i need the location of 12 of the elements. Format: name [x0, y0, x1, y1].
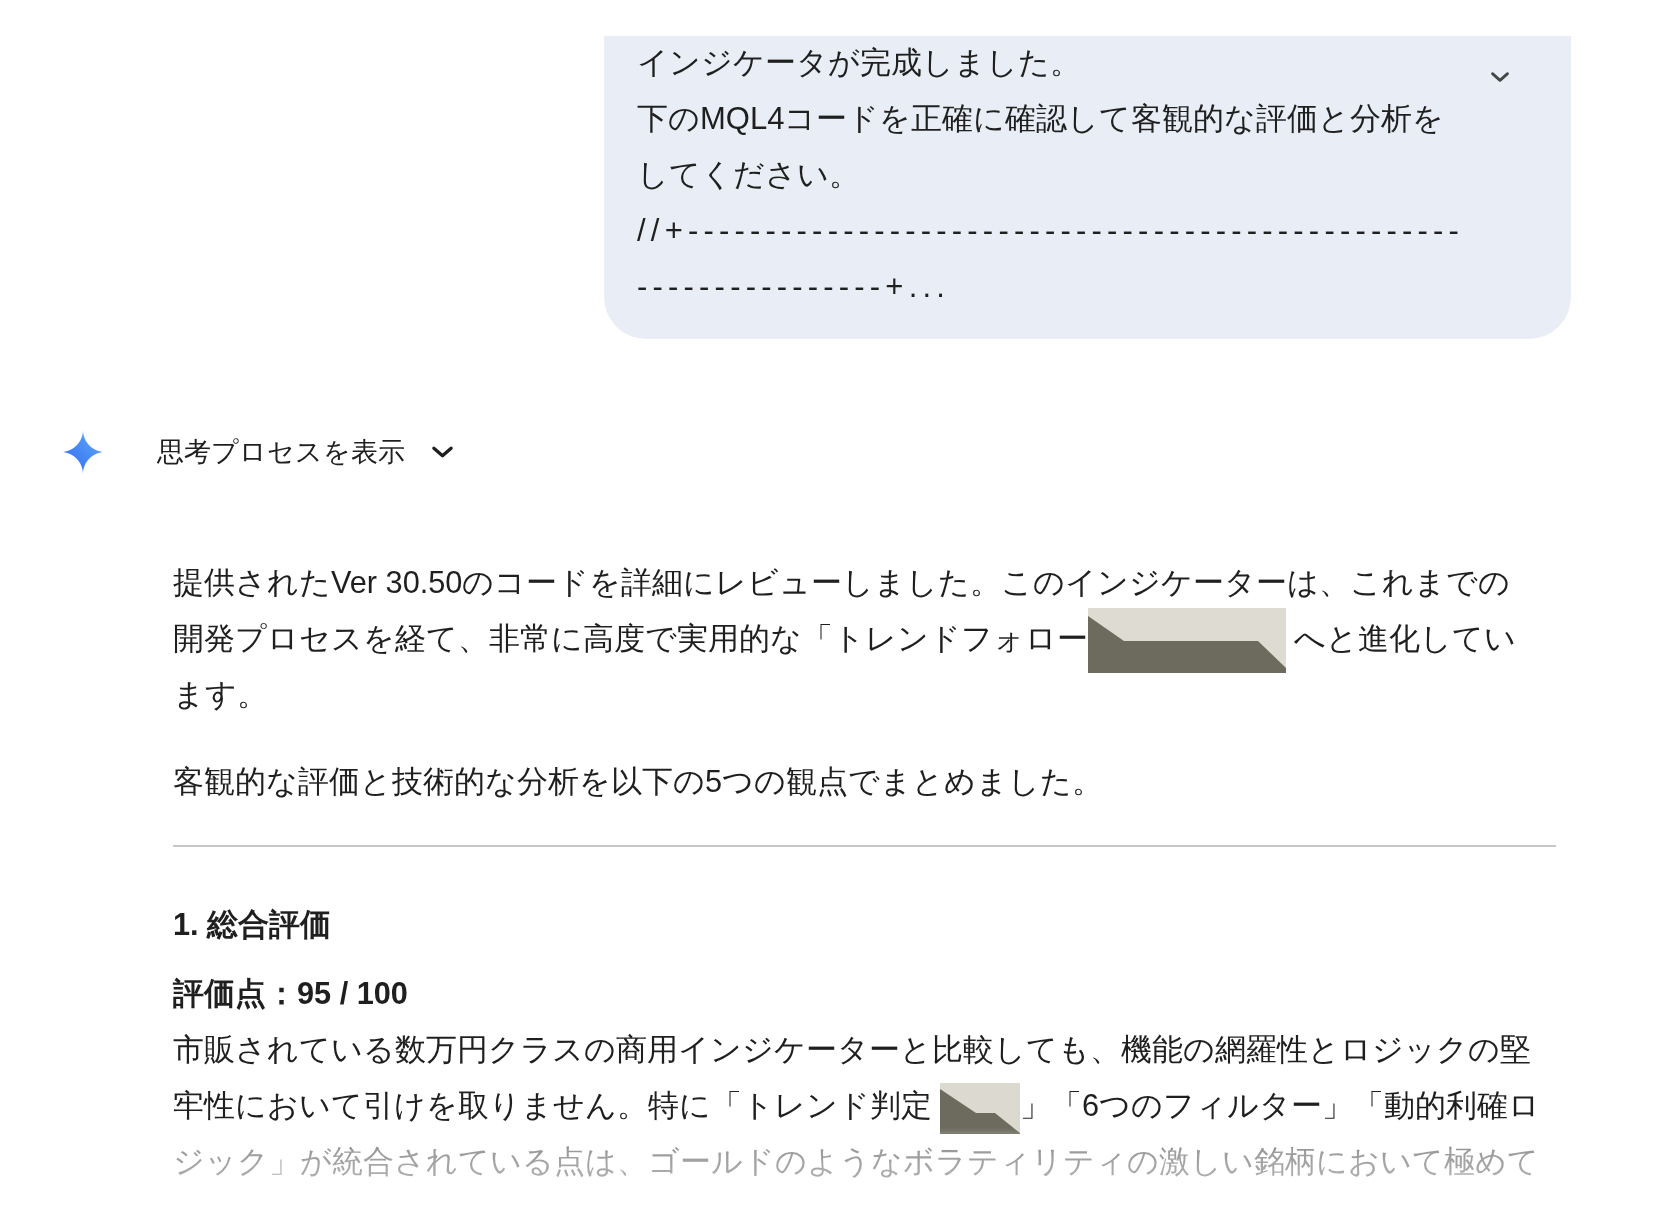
body-text: 提供されたVer 30.50のコードを詳細にレビューしました。このインジケーターは、これまでの開発プロセスを経て、非常に高度で実用的な「トレンドフォロー へと進化しています。	[173, 564, 1517, 715]
tape-strip-icon	[1088, 608, 1286, 674]
chevron-down-icon[interactable]	[1490, 71, 1510, 83]
message-text: インジケータが完成しました。	[637, 44, 1082, 82]
message-text: 下のMQL4コードを正確に確認して客観的な評価と分析をしてください。	[637, 100, 1446, 194]
score-text: 評価点：95 / 100	[173, 975, 408, 1014]
code-text: //+------------------------------------------------------------------+...	[637, 212, 1466, 306]
show-thinking-button[interactable]: 思考プロセスを表示	[157, 432, 454, 472]
body-text: 客観的な評価と技術的な分析を以下の5つの観点でまとめました。	[173, 763, 1104, 802]
body-text: 市販されている数万円クラスの商用インジケーターと比較しても、機能の網羅性とロジックの堅牢性において引けを取りません。特に「トレンド判定 」「6つのフィルター」「動的利確ロジック」が統合されている点は、ゴールドのようなボラティリティの激しい銘柄において極めて	[173, 1031, 1542, 1182]
section-heading: 1. 総合評価	[173, 906, 332, 945]
tape-strip-icon	[940, 1082, 1020, 1134]
